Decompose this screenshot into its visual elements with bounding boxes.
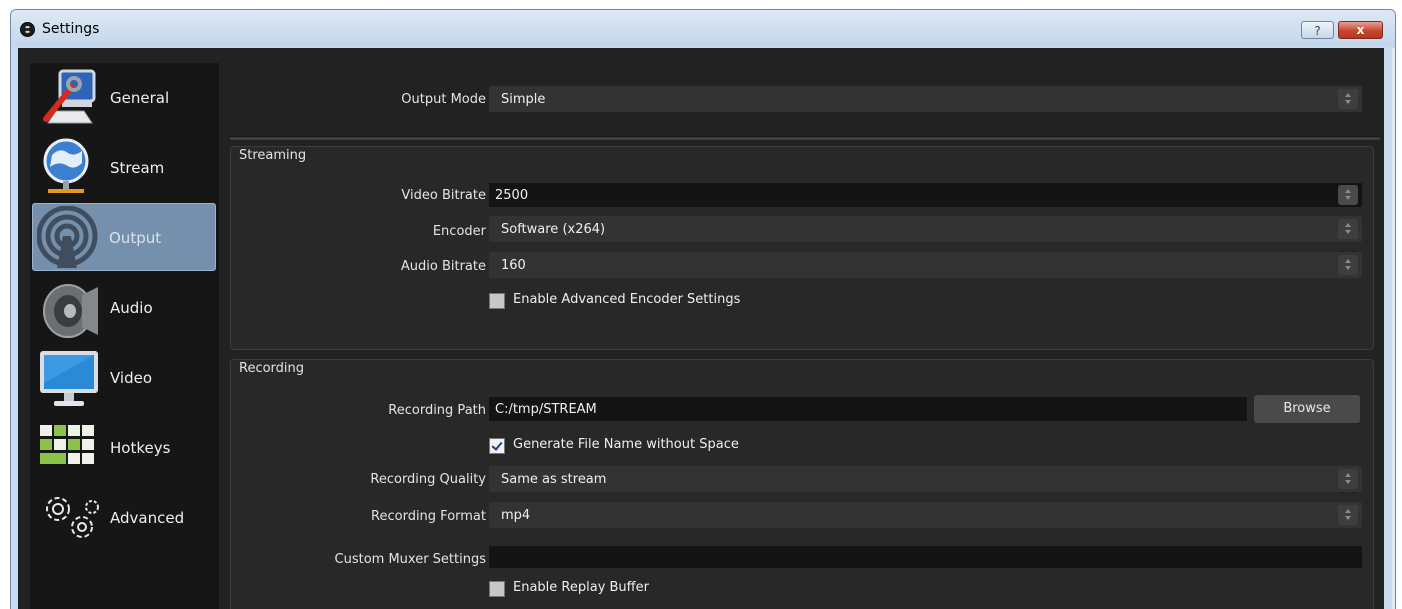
window-title: Settings <box>42 21 100 37</box>
sidebar-item-label: Audio <box>110 299 153 317</box>
streaming-group <box>230 146 1374 350</box>
recording-format-value: mp4 <box>501 508 531 523</box>
no-space-filename-label: Generate File Name without Space <box>513 437 739 452</box>
close-button[interactable]: x <box>1338 21 1383 39</box>
stream-icon <box>43 138 89 193</box>
sidebar-item-output[interactable]: Output <box>32 203 216 271</box>
audio-bitrate-select[interactable]: 160 <box>489 252 1362 278</box>
general-icon <box>43 69 96 124</box>
help-button[interactable]: ? <box>1301 21 1334 39</box>
sidebar-item-label: Hotkeys <box>110 439 171 457</box>
video-bitrate-label: Video Bitrate <box>401 188 486 203</box>
recording-quality-label: Recording Quality <box>370 472 486 487</box>
encoder-label: Encoder <box>432 224 486 239</box>
recording-format-label: Recording Format <box>371 509 486 524</box>
combo-arrows-icon <box>1338 219 1358 239</box>
settings-sidebar: General Stream Output Audio Video Hotkey… <box>30 63 219 609</box>
combo-arrows-icon <box>1338 89 1358 109</box>
video-bitrate-input[interactable]: 2500 <box>489 183 1362 207</box>
advanced-encoder-checkbox[interactable] <box>489 293 505 309</box>
window-frame-edge <box>1392 48 1395 609</box>
replay-buffer-checkbox[interactable] <box>489 581 505 597</box>
combo-arrows-icon <box>1338 255 1358 275</box>
output-mode-label: Output Mode <box>401 92 486 107</box>
sidebar-item-stream[interactable]: Stream <box>30 133 219 203</box>
output-mode-select[interactable]: Simple <box>489 86 1362 112</box>
audio-bitrate-value: 160 <box>501 258 526 273</box>
recording-group-title: Recording <box>239 361 305 376</box>
sidebar-item-advanced[interactable]: Advanced <box>30 483 219 553</box>
spinbox-arrows-icon[interactable] <box>1338 185 1358 205</box>
settings-content: General Stream Output Audio Video Hotkey… <box>18 48 1384 609</box>
custom-muxer-label: Custom Muxer Settings <box>334 552 486 567</box>
combo-arrows-icon <box>1338 505 1358 525</box>
sidebar-item-video[interactable]: Video <box>30 343 219 413</box>
advanced-encoder-label: Enable Advanced Encoder Settings <box>513 292 741 307</box>
recording-path-input[interactable]: C:/tmp/STREAM <box>489 397 1247 421</box>
recording-format-select[interactable]: mp4 <box>489 502 1362 528</box>
recording-path-value: C:/tmp/STREAM <box>495 402 597 417</box>
streaming-group-title: Streaming <box>239 148 307 163</box>
encoder-select[interactable]: Software (x264) <box>489 216 1362 242</box>
sidebar-item-hotkeys[interactable]: Hotkeys <box>30 413 219 483</box>
sidebar-item-label: Advanced <box>110 509 185 527</box>
sidebar-item-general[interactable]: General <box>30 63 219 133</box>
sidebar-item-label: Video <box>110 369 153 387</box>
recording-quality-select[interactable]: Same as stream <box>489 466 1362 492</box>
browse-button[interactable]: Browse <box>1254 395 1360 423</box>
custom-muxer-input[interactable] <box>489 546 1362 568</box>
sidebar-item-label: Stream <box>110 159 165 177</box>
sidebar-item-audio[interactable]: Audio <box>30 273 219 343</box>
video-bitrate-value: 2500 <box>495 188 529 203</box>
settings-window: Settings ? x General Stream Output Audio… <box>10 9 1396 609</box>
audio-icon <box>43 284 98 338</box>
combo-arrows-icon <box>1338 469 1358 489</box>
video-icon <box>40 351 98 406</box>
advanced-icon <box>46 497 99 538</box>
hotkeys-icon <box>40 425 94 464</box>
obs-logo-icon <box>20 22 35 37</box>
output-mode-value: Simple <box>501 92 546 107</box>
recording-quality-value: Same as stream <box>501 472 607 487</box>
sidebar-item-label: General <box>110 89 170 107</box>
audio-bitrate-label: Audio Bitrate <box>400 259 486 274</box>
title-bar: Settings ? x <box>11 10 1395 47</box>
sidebar-item-label: Output <box>109 229 162 247</box>
recording-path-label: Recording Path <box>388 403 486 418</box>
encoder-value: Software (x264) <box>501 222 606 237</box>
no-space-filename-checkbox[interactable] <box>489 438 505 454</box>
replay-buffer-label: Enable Replay Buffer <box>513 580 649 595</box>
output-icon <box>37 206 98 268</box>
divider <box>230 136 1380 140</box>
